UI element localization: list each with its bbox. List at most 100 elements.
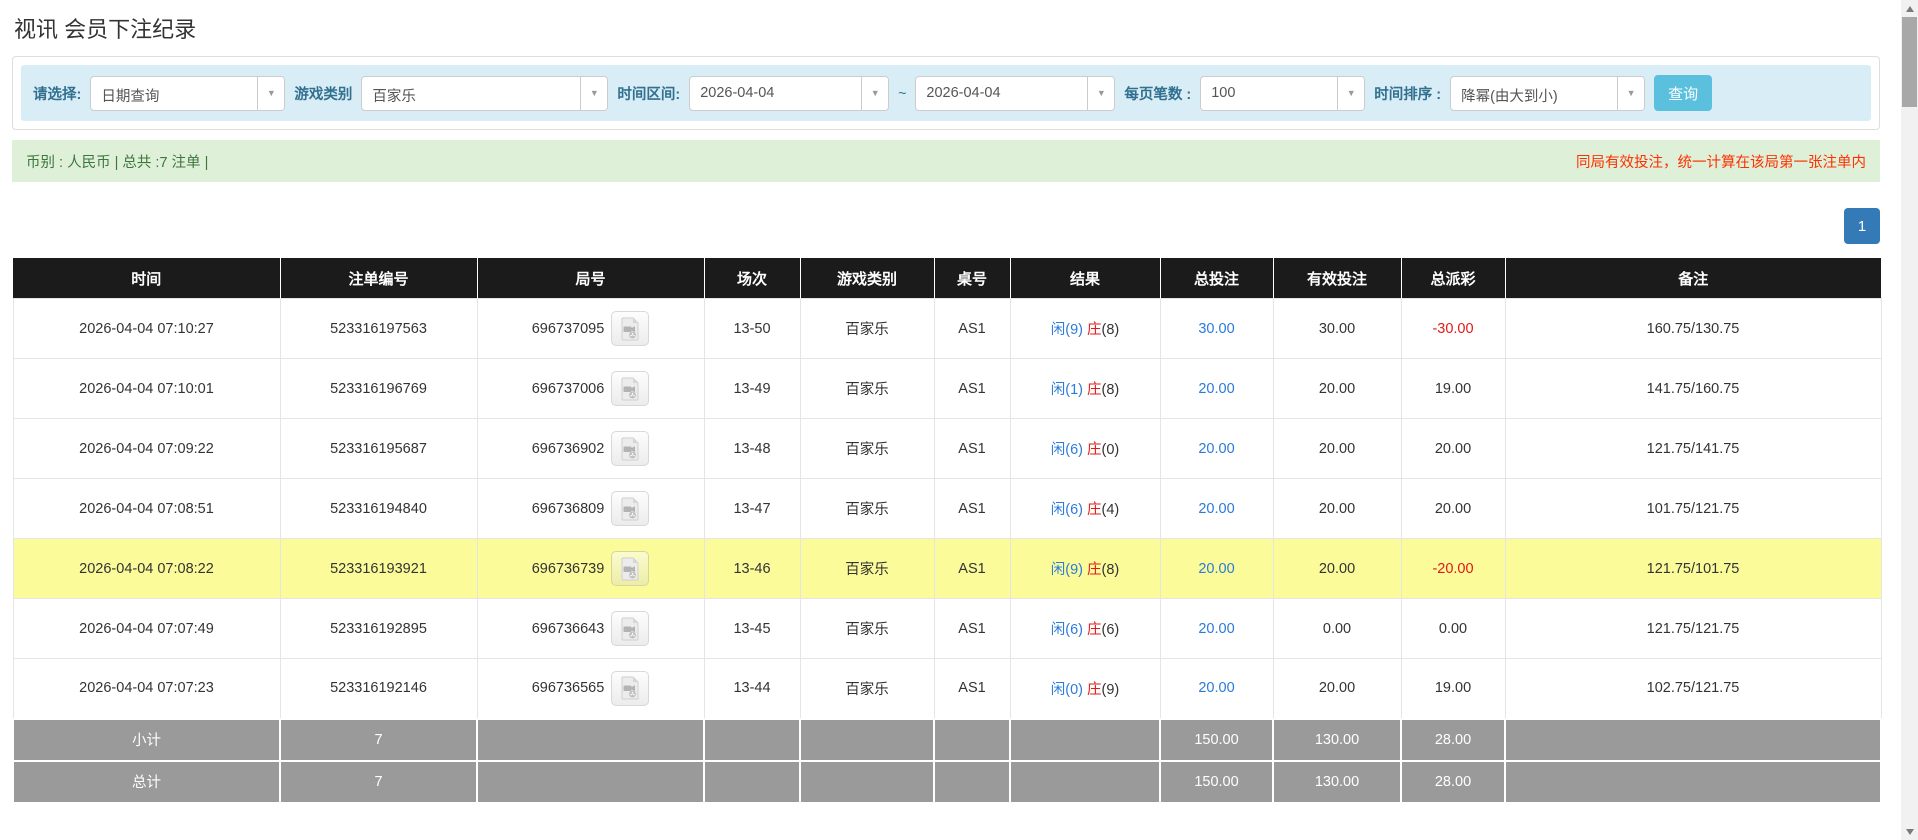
banker-result-value: (0): [1102, 442, 1120, 458]
table-row[interactable]: 2026-04-04 07:08:51523316194840696736809…: [13, 479, 1881, 539]
video-replay-icon[interactable]: [611, 311, 649, 346]
summary-valid-bet-cell: 130.00: [1273, 761, 1401, 803]
time-range-label: 时间区间:: [617, 83, 680, 104]
range-tilde: ~: [898, 85, 906, 101]
session-cell: 13-44: [704, 659, 800, 719]
column-header: 结果: [1010, 259, 1160, 299]
table-row[interactable]: 2026-04-04 07:10:01523316196769696737006…: [13, 359, 1881, 419]
result-cell: 闲(6) 庄(4): [1010, 479, 1160, 539]
video-replay-icon[interactable]: [611, 371, 649, 406]
summary-bar: 币别 : 人民币 | 总共 :7 注单 | 同局有效投注，统一计算在该局第一张注…: [12, 140, 1880, 182]
video-replay-icon[interactable]: [611, 611, 649, 646]
video-replay-icon[interactable]: [611, 491, 649, 526]
result-cell: 闲(6) 庄(6): [1010, 599, 1160, 659]
page-size-select[interactable]: 100 ▼: [1200, 76, 1365, 111]
video-replay-icon[interactable]: [611, 431, 649, 466]
session-cell: 13-45: [704, 599, 800, 659]
column-header: 时间: [13, 259, 280, 299]
round-number-wrap: 696737006: [532, 371, 650, 406]
table-row[interactable]: 2026-04-04 07:09:22523316195687696736902…: [13, 419, 1881, 479]
banker-result-value: (8): [1102, 322, 1120, 338]
session-cell: 13-48: [704, 419, 800, 479]
summary-label-cell: 总计: [13, 761, 280, 803]
game-category-value: 百家乐: [362, 77, 580, 110]
total-bet-cell: 30.00: [1160, 299, 1273, 359]
scroll-down-icon[interactable]: [1901, 823, 1918, 840]
query-type-value: 日期查询: [91, 77, 257, 110]
payout-cell: 19.00: [1401, 659, 1505, 719]
payout-cell: -30.00: [1401, 299, 1505, 359]
total-bet-cell: 20.00: [1160, 359, 1273, 419]
table-number-cell: AS1: [934, 359, 1010, 419]
page-size-value: 100: [1201, 77, 1337, 110]
scroll-up-icon[interactable]: [1901, 0, 1918, 17]
date-to-value: 2026-04-04: [916, 77, 1087, 110]
remark-cell: 121.75/121.75: [1505, 599, 1881, 659]
payout-cell: -20.00: [1401, 539, 1505, 599]
empty-cell: [1010, 761, 1160, 803]
filter-bar: 请选择: 日期查询 ▼ 游戏类别 百家乐 ▼ 时间区间: 2026-04-04 …: [21, 65, 1871, 121]
page-button-1[interactable]: 1: [1844, 208, 1880, 244]
banker-result-value: (6): [1102, 622, 1120, 638]
table-row[interactable]: 2026-04-04 07:07:49523316192895696736643…: [13, 599, 1881, 659]
time-cell: 2026-04-04 07:08:51: [13, 479, 280, 539]
session-cell: 13-47: [704, 479, 800, 539]
round-number: 696737006: [532, 381, 605, 397]
remark-cell: 121.75/141.75: [1505, 419, 1881, 479]
summary-count-cell: 7: [280, 761, 477, 803]
banker-result-value: (8): [1102, 562, 1120, 578]
chevron-down-icon: ▼: [580, 77, 607, 110]
table-row[interactable]: 2026-04-04 07:08:22523316193921696736739…: [13, 539, 1881, 599]
currency-total-text: 币别 : 人民币 | 总共 :7 注单 |: [26, 151, 208, 172]
banker-result-value: (8): [1102, 382, 1120, 398]
game-category-cell: 百家乐: [800, 599, 934, 659]
time-cell: 2026-04-04 07:09:22: [13, 419, 280, 479]
video-replay-icon[interactable]: [611, 551, 649, 586]
chevron-down-icon: ▼: [1087, 77, 1114, 110]
chevron-down-icon: ▼: [257, 77, 284, 110]
query-type-select[interactable]: 日期查询 ▼: [90, 76, 285, 111]
search-button[interactable]: 查询: [1654, 75, 1712, 111]
date-from-select[interactable]: 2026-04-04 ▼: [689, 76, 889, 111]
sort-order-select[interactable]: 降幂(由大到小) ▼: [1450, 76, 1645, 111]
remark-cell: 141.75/160.75: [1505, 359, 1881, 419]
date-to-select[interactable]: 2026-04-04 ▼: [915, 76, 1115, 111]
payout-cell: 20.00: [1401, 419, 1505, 479]
table-number-cell: AS1: [934, 659, 1010, 719]
summary-total-bet-cell: 150.00: [1160, 761, 1273, 803]
table-body: 2026-04-04 07:10:27523316197563696737095…: [13, 299, 1881, 803]
video-replay-icon[interactable]: [611, 671, 649, 706]
empty-cell: [477, 761, 704, 803]
valid-bet-cell: 20.00: [1273, 539, 1401, 599]
remark-cell: 121.75/101.75: [1505, 539, 1881, 599]
date-from-value: 2026-04-04: [690, 77, 861, 110]
round-cell: 696737006: [477, 359, 704, 419]
pagination: 1: [12, 208, 1880, 244]
table-row[interactable]: 2026-04-04 07:10:27523316197563696737095…: [13, 299, 1881, 359]
valid-bet-cell: 0.00: [1273, 599, 1401, 659]
scrollbar-thumb[interactable]: [1902, 17, 1917, 107]
time-cell: 2026-04-04 07:10:27: [13, 299, 280, 359]
remark-cell: 101.75/121.75: [1505, 479, 1881, 539]
round-number-wrap: 696736565: [532, 671, 650, 706]
banker-result-label: 庄: [1087, 382, 1102, 398]
vertical-scrollbar[interactable]: [1901, 0, 1918, 840]
empty-cell: [1505, 761, 1881, 803]
table-number-cell: AS1: [934, 539, 1010, 599]
page-title: 视讯 会员下注纪录: [12, 0, 1880, 56]
player-result: 闲(6): [1051, 442, 1083, 458]
empty-cell: [934, 761, 1010, 803]
table-row[interactable]: 2026-04-04 07:07:23523316192146696736565…: [13, 659, 1881, 719]
player-result: 闲(0): [1051, 682, 1083, 698]
game-category-select[interactable]: 百家乐 ▼: [361, 76, 608, 111]
valid-bet-note: 同局有效投注，统一计算在该局第一张注单内: [1576, 151, 1866, 172]
column-header: 注单编号: [280, 259, 477, 299]
player-result: 闲(6): [1051, 622, 1083, 638]
round-cell: 696736643: [477, 599, 704, 659]
game-category-cell: 百家乐: [800, 359, 934, 419]
summary-payout-cell: 28.00: [1401, 719, 1505, 761]
valid-bet-cell: 20.00: [1273, 419, 1401, 479]
table-number-cell: AS1: [934, 299, 1010, 359]
player-result: 闲(9): [1051, 322, 1083, 338]
column-header: 游戏类别: [800, 259, 934, 299]
